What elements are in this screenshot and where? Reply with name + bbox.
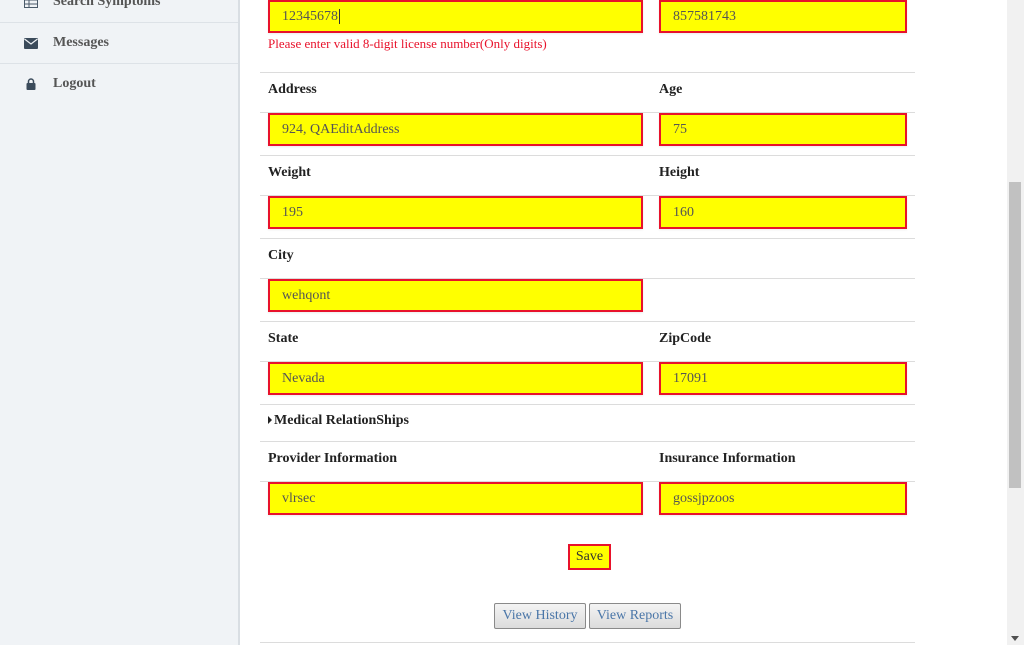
provider-input[interactable]: vlrsec [268, 482, 643, 515]
age-input[interactable]: 75 [659, 113, 907, 146]
envelope-icon [23, 35, 39, 51]
license-number-value: 12345678 [282, 8, 338, 24]
age-value: 75 [673, 121, 687, 137]
provider-value: vlrsec [282, 490, 316, 506]
lock-icon [23, 76, 39, 92]
sidebar-item-label: Search Symptoms [53, 0, 161, 9]
address-label: Address [268, 82, 317, 97]
phone-value: 857581743 [673, 8, 736, 24]
sidebar-item-logout[interactable]: Logout [0, 64, 238, 104]
disclosure-triangle-icon [268, 415, 272, 424]
scroll-down-arrow-icon[interactable] [1011, 636, 1019, 641]
weight-input[interactable]: 195 [268, 196, 643, 229]
sidebar-item-messages[interactable]: Messages [0, 23, 238, 63]
address-input[interactable]: 924, QAEditAddress [268, 113, 643, 146]
height-label: Height [659, 165, 700, 180]
zipcode-input[interactable]: 17091 [659, 362, 907, 395]
vertical-scrollbar[interactable] [1007, 0, 1024, 645]
insurance-input[interactable]: gossjpzoos [659, 482, 907, 515]
sidebar: Search Symptoms Messages Logout [0, 0, 240, 645]
table-icon [23, 0, 39, 10]
insurance-value: gossjpzoos [673, 490, 735, 506]
save-button[interactable]: Save [568, 544, 611, 570]
weight-value: 195 [282, 204, 303, 220]
row-divider [260, 155, 915, 156]
state-value: Nevada [282, 370, 325, 386]
provider-label: Provider Information [268, 451, 397, 466]
city-label: City [268, 248, 294, 263]
license-number-input[interactable]: 12345678 [268, 0, 643, 33]
patient-edit-form: 12345678 857581743 Please enter valid 8-… [260, 0, 915, 645]
row-divider [260, 238, 915, 239]
height-input[interactable]: 160 [659, 196, 907, 229]
row-divider [260, 404, 915, 405]
row-divider [260, 72, 915, 73]
license-error-message: Please enter valid 8-digit license numbe… [268, 36, 547, 51]
row-divider [260, 321, 915, 322]
medical-relationships-label: Medical RelationShips [274, 413, 409, 428]
sidebar-item-label: Logout [53, 76, 96, 91]
address-value: 924, QAEditAddress [282, 121, 400, 137]
city-value: wehqont [282, 287, 331, 303]
state-input[interactable]: Nevada [268, 362, 643, 395]
view-reports-button[interactable]: View Reports [589, 603, 681, 629]
text-cursor [339, 9, 340, 24]
row-divider [260, 642, 915, 643]
sidebar-item-label: Messages [53, 35, 109, 50]
sidebar-item-search-symptoms[interactable]: Search Symptoms [0, 0, 238, 22]
medical-relationships-toggle[interactable]: Medical RelationShips [268, 413, 409, 429]
zipcode-label: ZipCode [659, 331, 712, 346]
scrollbar-thumb[interactable] [1009, 182, 1021, 488]
insurance-label: Insurance Information [659, 451, 796, 466]
weight-label: Weight [268, 165, 311, 180]
row-divider [260, 441, 915, 442]
height-value: 160 [673, 204, 694, 220]
age-label: Age [659, 82, 683, 97]
city-input[interactable]: wehqont [268, 279, 643, 312]
phone-input[interactable]: 857581743 [659, 0, 907, 33]
view-history-button[interactable]: View History [494, 603, 586, 629]
state-label: State [268, 331, 299, 346]
zipcode-value: 17091 [673, 370, 708, 386]
